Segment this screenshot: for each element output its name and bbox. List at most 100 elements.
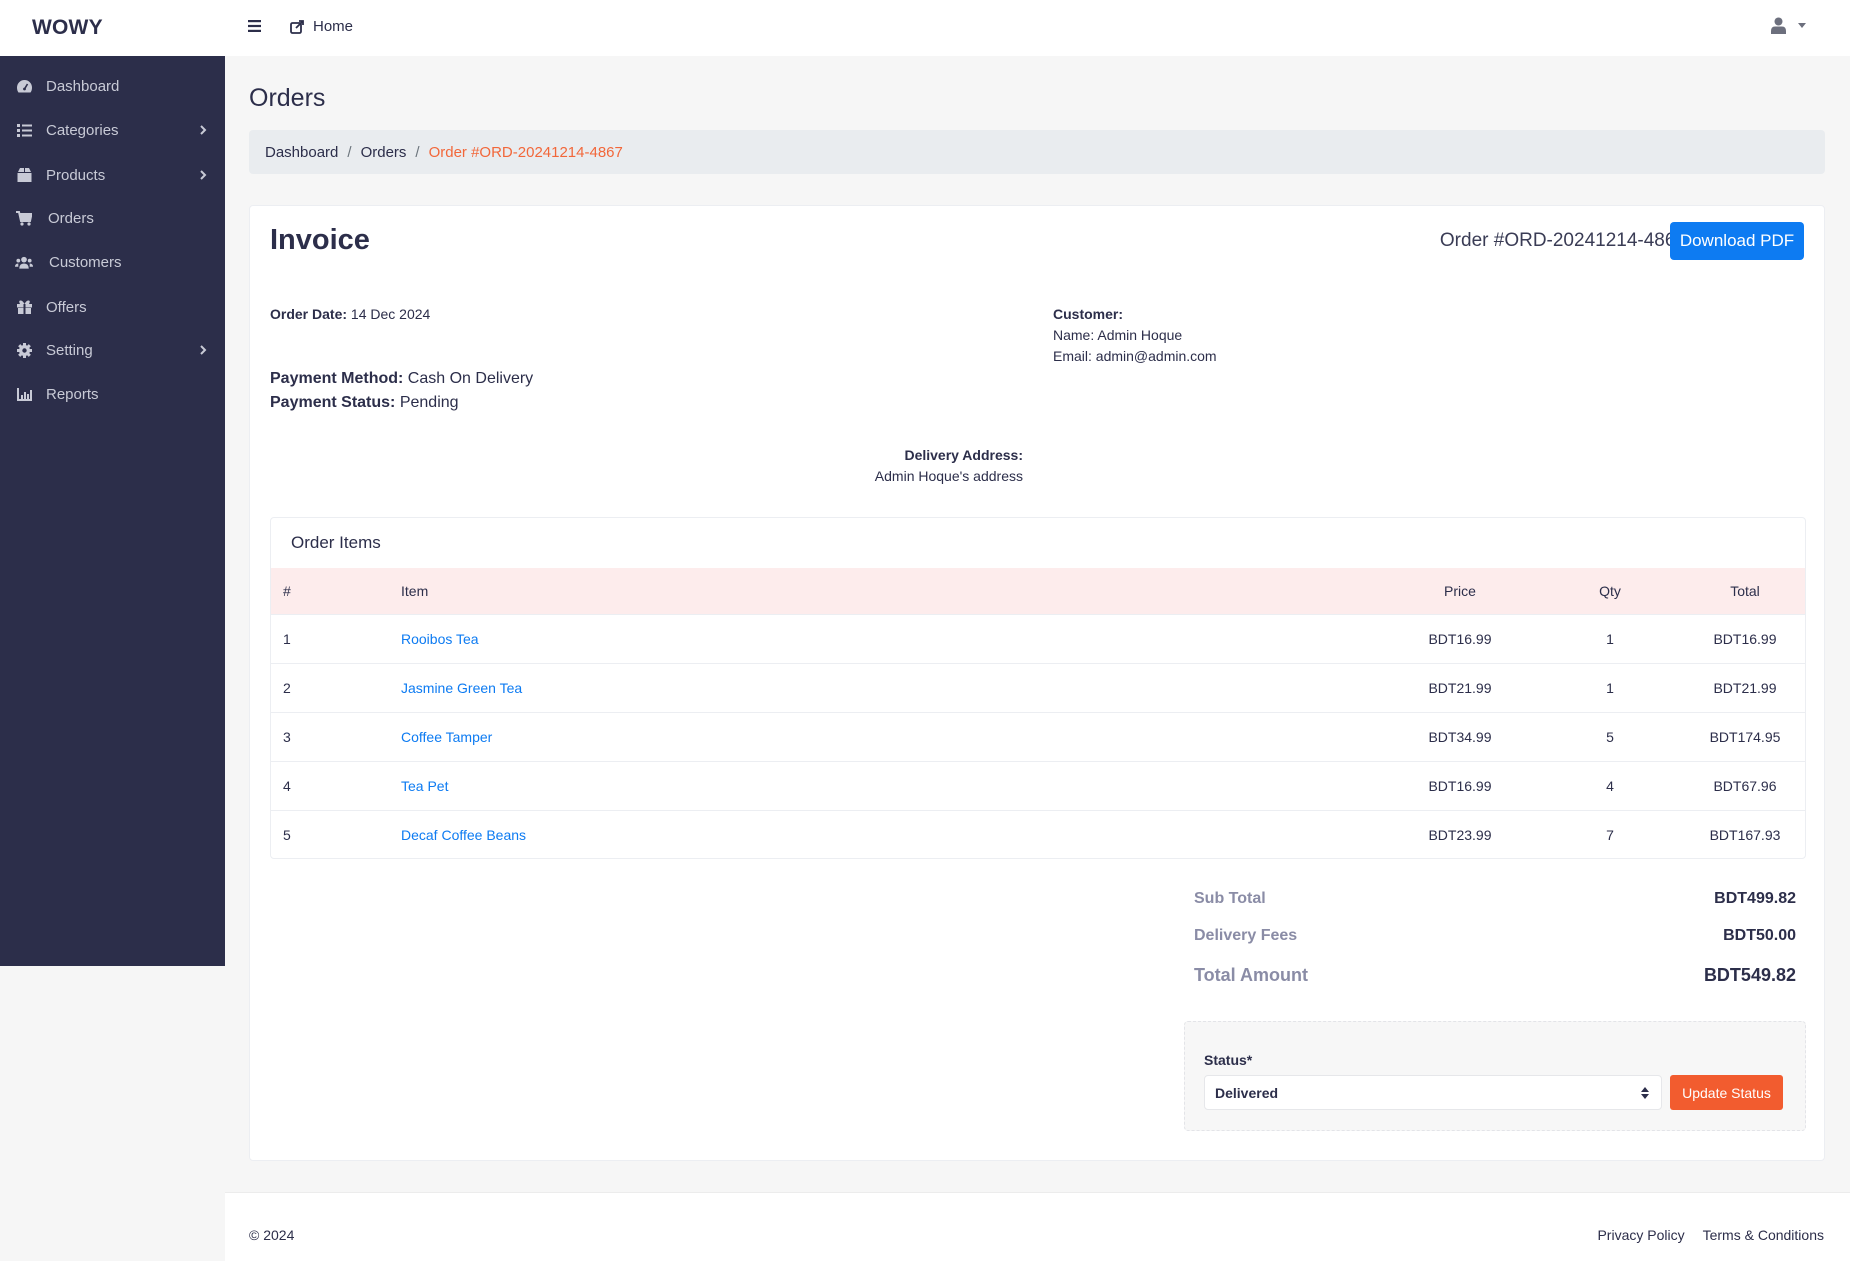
- col-header-total: Total: [1730, 582, 1760, 599]
- user-menu-dropdown[interactable]: [1771, 17, 1806, 34]
- total-amount-value: BDT549.82: [1703, 965, 1796, 985]
- status-select[interactable]: Delivered: [1204, 1075, 1662, 1110]
- row-total: BDT67.96: [1713, 777, 1777, 794]
- breadcrumb-dashboard[interactable]: Dashboard: [265, 144, 338, 161]
- privacy-policy-link[interactable]: Privacy Policy: [1597, 1227, 1684, 1243]
- menu-toggle-button[interactable]: [248, 19, 264, 35]
- users-icon: [15, 254, 33, 270]
- breadcrumb-orders[interactable]: Orders: [361, 144, 407, 161]
- table-header-row: # Item Price Qty Total: [271, 568, 1805, 614]
- total-amount-label: Total Amount: [1194, 965, 1308, 985]
- row-qty: 4: [1606, 777, 1614, 794]
- list-icon: [15, 122, 33, 138]
- breadcrumb-current: Order #ORD-20241214-4867: [428, 143, 623, 161]
- gift-icon: [15, 299, 33, 315]
- col-header-price: Price: [1444, 582, 1476, 599]
- row-qty: 5: [1606, 728, 1614, 745]
- sidebar-item-customers[interactable]: Customers: [0, 242, 225, 282]
- sidebar-item-setting[interactable]: Setting: [0, 330, 225, 370]
- row-num: 4: [283, 777, 291, 794]
- caret-down-icon: [1798, 23, 1806, 28]
- order-items-table: # Item Price Qty Total 1 Rooibos Tea BDT…: [271, 568, 1805, 858]
- home-link[interactable]: Home: [290, 18, 353, 35]
- col-header-num: #: [283, 582, 291, 599]
- item-link[interactable]: Coffee Tamper: [401, 729, 492, 745]
- user-icon: [1771, 17, 1786, 34]
- home-link-label: Home: [313, 18, 354, 35]
- customer-email: Email: admin@admin.com: [1053, 348, 1217, 364]
- breadcrumb: Dashboard / Orders / Order #ORD-20241214…: [249, 130, 1825, 174]
- row-num: 2: [283, 679, 291, 696]
- row-num: 1: [283, 630, 291, 647]
- chevron-right-icon: [200, 122, 207, 139]
- total-amount-row: Total Amount BDT549.82: [1194, 965, 1806, 986]
- order-date-value: 14 Dec 2024: [350, 306, 431, 322]
- update-status-button[interactable]: Update Status: [1670, 1075, 1783, 1110]
- row-price: BDT34.99: [1428, 728, 1492, 745]
- payment-status-value: Pending: [399, 394, 459, 411]
- subtotal-label: Sub Total: [1194, 890, 1266, 907]
- delivery-address: Delivery Address: Admin Hoque's address: [750, 445, 1023, 487]
- breadcrumb-separator: /: [415, 143, 420, 161]
- order-date-label: Order Date:: [270, 306, 348, 322]
- table-row: 3 Coffee Tamper BDT34.99 5 BDT174.95: [271, 712, 1805, 761]
- sidebar-item-categories[interactable]: Categories: [0, 110, 225, 150]
- item-link[interactable]: Decaf Coffee Beans: [401, 827, 526, 843]
- table-row: 4 Tea Pet BDT16.99 4 BDT67.96: [271, 761, 1805, 810]
- sidebar-item-offers[interactable]: Offers: [0, 287, 225, 327]
- status-selected-value: Delivered: [1215, 1084, 1279, 1101]
- invoice-card: Invoice Order #ORD-20241214-4867 Downloa…: [249, 205, 1825, 1161]
- row-price: BDT16.99: [1428, 777, 1492, 794]
- row-num: 5: [283, 826, 291, 843]
- sidebar-item-reports[interactable]: Reports: [0, 374, 225, 414]
- breadcrumb-separator: /: [347, 143, 352, 161]
- delivery-fees-label: Delivery Fees: [1194, 927, 1298, 944]
- sidebar-item-label: Customers: [49, 253, 122, 271]
- sidebar-item-products[interactable]: Products: [0, 155, 225, 195]
- order-number: Order #ORD-20241214-4867: [1439, 230, 1686, 251]
- select-arrows-icon: [1641, 1086, 1649, 1102]
- cart-icon: [15, 210, 33, 226]
- row-qty: 7: [1606, 826, 1614, 843]
- sidebar-item-label: Setting: [46, 341, 93, 359]
- hamburger-icon: [248, 20, 261, 32]
- item-link[interactable]: Jasmine Green Tea: [401, 680, 522, 696]
- footer: © 2024 Privacy Policy Terms & Conditions: [225, 1192, 1850, 1261]
- customer-label: Customer:: [1053, 306, 1124, 322]
- sidebar-item-label: Offers: [46, 298, 87, 316]
- row-total: BDT167.93: [1709, 826, 1781, 843]
- chevron-right-icon: [200, 342, 207, 359]
- sidebar-item-dashboard[interactable]: Dashboard: [0, 66, 225, 106]
- dashboard-icon: [15, 78, 33, 94]
- subtotal-value: BDT499.82: [1714, 890, 1796, 907]
- row-total: BDT174.95: [1709, 728, 1781, 745]
- sidebar-item-orders[interactable]: Orders: [0, 198, 225, 238]
- row-price: BDT21.99: [1428, 679, 1492, 696]
- subtotal-row: Sub Total BDT499.82: [1194, 890, 1806, 908]
- delivery-address-label: Delivery Address:: [904, 447, 1023, 463]
- sidebar: Dashboard Categories Products Orders Cus…: [0, 56, 225, 966]
- terms-link[interactable]: Terms & Conditions: [1703, 1227, 1824, 1243]
- row-price: BDT23.99: [1428, 826, 1492, 843]
- payment-method-label: Payment Method:: [270, 370, 404, 387]
- download-pdf-button[interactable]: Download PDF: [1670, 222, 1804, 260]
- table-row: 2 Jasmine Green Tea BDT21.99 1 BDT21.99: [271, 663, 1805, 712]
- customer-name: Name: Admin Hoque: [1053, 327, 1183, 343]
- sidebar-item-label: Categories: [46, 121, 119, 139]
- payment-method-value: Cash On Delivery: [407, 370, 534, 387]
- page-title: Orders: [249, 84, 326, 112]
- delivery-fees-value: BDT50.00: [1723, 927, 1796, 944]
- sidebar-item-label: Orders: [48, 209, 94, 227]
- payment-status-label: Payment Status:: [270, 394, 396, 411]
- delivery-address-value: Admin Hoque's address: [874, 468, 1023, 484]
- item-link[interactable]: Rooibos Tea: [401, 631, 479, 647]
- invoice-title: Invoice: [270, 224, 370, 256]
- row-qty: 1: [1606, 679, 1614, 696]
- row-price: BDT16.99: [1428, 630, 1492, 647]
- item-link[interactable]: Tea Pet: [401, 778, 448, 794]
- brand-logo[interactable]: WOWY: [32, 16, 103, 40]
- order-items-panel: Order Items # Item Price Qty Total 1 Roo…: [270, 517, 1806, 859]
- payment-info: Payment Method: Cash On Delivery Payment…: [270, 367, 533, 415]
- sidebar-item-label: Reports: [46, 385, 99, 403]
- status-form: Status* Delivered Update Status: [1184, 1021, 1806, 1131]
